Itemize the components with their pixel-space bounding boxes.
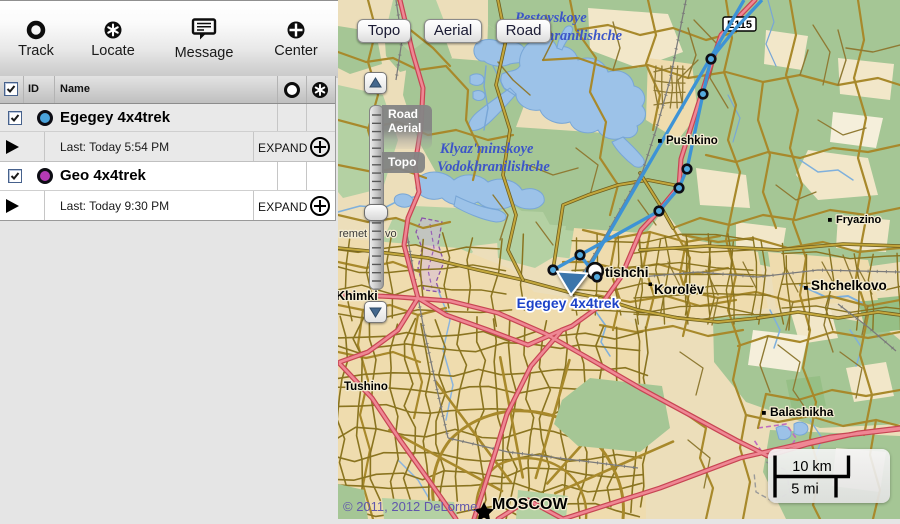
svg-text:remet: remet (339, 228, 367, 240)
svg-text:Shchelkovo: Shchelkovo (811, 278, 887, 293)
svg-text:Fryazino: Fryazino (836, 214, 882, 226)
svg-text:10 km: 10 km (792, 459, 832, 475)
svg-text:Korolëv: Korolëv (654, 282, 705, 297)
svg-text:tishchi: tishchi (605, 265, 649, 280)
svg-text:Egegey 4x4trek: Egegey 4x4trek (517, 295, 620, 311)
svg-text:Vodokhranilishche: Vodokhranilishche (437, 159, 550, 175)
svg-text:khranilishche: khranilishche (539, 28, 623, 44)
svg-text:Pushkino: Pushkino (666, 135, 718, 147)
svg-text:vo: vo (385, 228, 397, 240)
svg-text:© 2011, 2012 DeLorme: © 2011, 2012 DeLorme (343, 499, 477, 514)
svg-text:Klyaz'minskoye: Klyaz'minskoye (439, 141, 534, 157)
svg-text:Tushino: Tushino (344, 381, 388, 393)
svg-text:Balashikha: Balashikha (770, 405, 834, 419)
svg-text:5 mi: 5 mi (791, 482, 818, 498)
svg-text:MOSCOW: MOSCOW (492, 496, 568, 513)
